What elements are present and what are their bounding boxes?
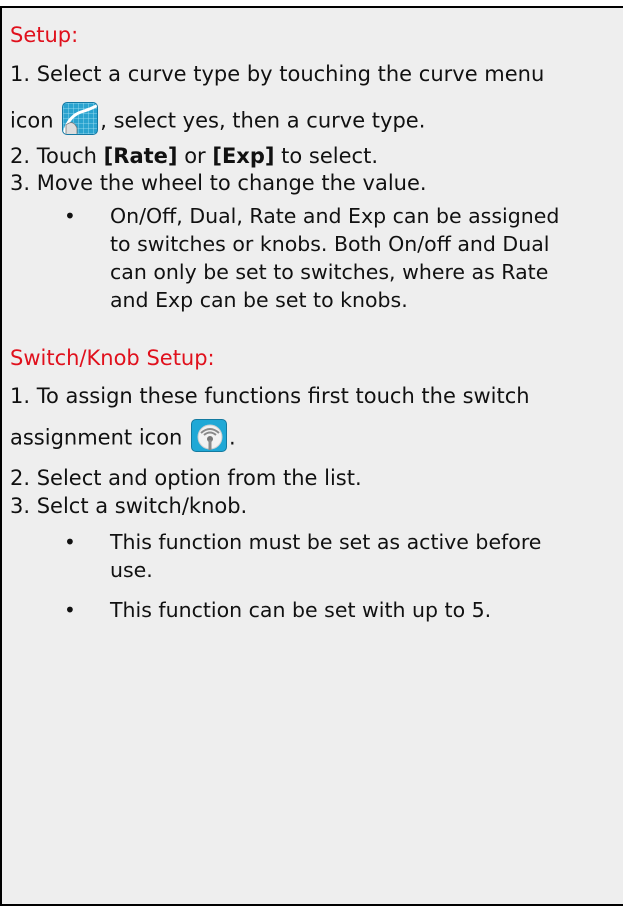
setup-bullet-line: and Exp can be set to knobs. — [110, 288, 408, 312]
setup-step2: 2. Touch [Rate] or [Exp] to select. — [10, 142, 378, 170]
switch-setup-heading: Switch/Knob Setup: — [10, 346, 215, 370]
switch-step1-prefix: assignment icon — [10, 425, 183, 450]
setup-bullet-dot: • — [64, 204, 76, 228]
setup-bullet-line: On/Off, Dual, Rate and Exp can be assign… — [110, 204, 560, 228]
switch-bullet2-line: This function can be set with up to 5. — [110, 598, 492, 622]
step2-suffix: to select. — [281, 144, 378, 168]
curve-menu-icon — [62, 102, 99, 135]
switch-bullet-dot: • — [64, 530, 76, 554]
switch-step3: 3. Selct a switch/knob. — [10, 494, 248, 518]
step2-or: or — [184, 144, 206, 168]
setup-step1-suffix: , select yes, then a curve type. — [100, 108, 426, 133]
setup-step1-line2: icon , select yes, then a curve type. — [10, 102, 426, 138]
switch-assignment-icon — [191, 419, 228, 452]
setup-heading: Setup: — [10, 23, 79, 47]
switch-bullet1-line: This function must be set as active befo… — [110, 530, 542, 554]
switch-step1-line2: assignment icon . — [10, 419, 236, 455]
switch-bullet1-line: use. — [110, 558, 153, 582]
setup-step1-prefix: icon — [10, 108, 54, 133]
switch-step1-suffix: . — [229, 425, 236, 450]
rate-label: [Rate] — [103, 144, 178, 168]
exp-label: [Exp] — [212, 144, 275, 168]
instruction-panel: Setup: 1. Select a curve type by touchin… — [0, 6, 623, 906]
switch-bullet-dot: • — [64, 598, 76, 622]
switch-step1-line1: 1. To assign these functions first touch… — [10, 384, 530, 408]
step2-prefix: 2. Touch — [10, 144, 97, 168]
setup-step3: 3. Move the wheel to change the value. — [10, 171, 427, 195]
setup-step1-line1: 1. Select a curve type by touching the c… — [10, 62, 545, 86]
setup-bullet-line: to switches or knobs. Both On/off and Du… — [110, 232, 550, 256]
switch-step2: 2. Select and option from the list. — [10, 466, 362, 490]
setup-bullet-line: can only be set to switches, where as Ra… — [110, 260, 549, 284]
